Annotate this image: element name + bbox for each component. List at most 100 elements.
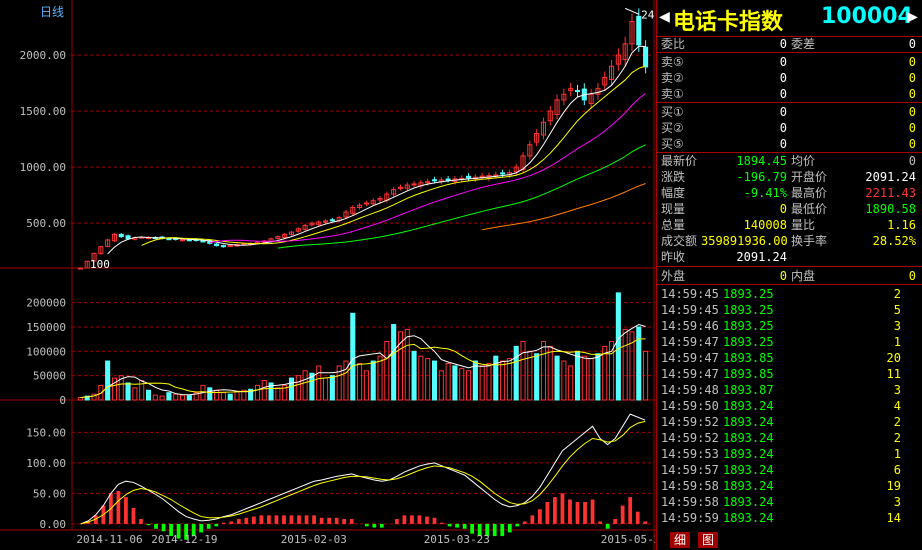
price-tick-label: 2000.00 [20, 49, 66, 62]
tab-detail[interactable]: 细 [670, 532, 691, 548]
volume-bar [77, 397, 83, 401]
volume-bar [166, 392, 172, 401]
buy-price: 0 [779, 121, 787, 135]
buy-volume: 0 [908, 121, 916, 135]
buy-level-row: 买⑤ 0 0 [661, 136, 916, 152]
tick-price: 1893.24 [723, 431, 774, 445]
macd-tick-label: 150.00 [26, 426, 66, 439]
candle-body [166, 238, 172, 241]
stat-row: 涨跌 -196.79 开盘价 2091.24 [661, 169, 916, 185]
volume-bar [452, 365, 458, 401]
sell-price: 0 [779, 71, 787, 85]
tick-row: 14:59:59 1893.24 14 [661, 510, 916, 526]
sell-price: 0 [779, 87, 787, 101]
outer-inner-row: 外盘 0 内盘 0 [661, 268, 916, 284]
buy-price: 0 [779, 137, 787, 151]
tick-row: 14:59:45 1893.25 2 [661, 286, 916, 302]
outer-value: 0 [779, 269, 787, 283]
tick-price: 1893.24 [723, 463, 774, 477]
stat-value: 1890.58 [865, 202, 916, 216]
stat-value: 1894.45 [736, 154, 787, 168]
stat-label: 幅度 [661, 186, 686, 200]
volume-bar [636, 326, 642, 401]
stat-value: 140008 [743, 218, 787, 232]
tick-price: 1893.24 [723, 447, 774, 461]
candle-body [125, 235, 131, 240]
candle-body [397, 186, 403, 189]
volume-bar [111, 377, 117, 401]
kline-chart[interactable]: 日线2000.001500.001000.00500.0020000015000… [0, 0, 655, 550]
sell-label: 卖⑤ [661, 55, 684, 69]
tick-row: 14:59:57 1893.24 6 [661, 462, 916, 478]
volume-bar [615, 292, 621, 401]
tick-volume: 2 [893, 431, 901, 445]
date-tick-label: 2014-12-19 [151, 533, 217, 546]
tick-row: 14:59:52 1893.24 2 [661, 430, 916, 446]
tick-time: 14:59:50 [661, 399, 719, 413]
next-arrow-icon[interactable]: ▶ [907, 6, 918, 27]
tick-price: 1893.85 [723, 367, 774, 381]
volume-bar [391, 324, 397, 401]
stat-row: 幅度 -9.41% 最高价 2211.43 [661, 185, 916, 201]
sell-level-row: 卖② 0 0 [661, 70, 916, 86]
volume-bar [329, 375, 335, 401]
chart-area[interactable]: 日线 2000.00 1500.00 1000.00 500.00 200000 15000… [0, 0, 655, 550]
tick-price: 1893.24 [723, 399, 774, 413]
date-tick-label: 2015-02-03 [281, 533, 347, 546]
volume-bar [173, 393, 179, 401]
volume-bar [520, 341, 526, 401]
stat-row: 最新价 1894.45 均价 0 [661, 153, 916, 169]
stat-label: 最新价 [661, 154, 698, 168]
volume-bar [554, 355, 560, 401]
volume-bar [431, 360, 438, 401]
tick-volume: 2 [893, 415, 901, 429]
macd-tick-label: 0.00 [40, 518, 67, 531]
sell-level-row: 卖⑤ 0 0 [661, 54, 916, 70]
tick-time: 14:59:47 [661, 367, 719, 381]
stat-label: 开盘价 [791, 170, 828, 184]
tick-volume: 4 [893, 399, 901, 413]
weibi-value: 0 [779, 37, 787, 51]
tick-row: 14:59:58 1893.24 19 [661, 478, 916, 494]
volume-bar [275, 387, 281, 401]
volume-bar [513, 345, 519, 401]
tick-row: 14:59:45 1893.25 5 [661, 302, 916, 318]
buy-price: 0 [779, 105, 787, 119]
tick-price: 1893.87 [723, 383, 774, 397]
sell-volume: 0 [908, 55, 916, 69]
tab-chart[interactable]: 图 [698, 532, 719, 548]
volume-bar [316, 365, 322, 401]
volume-bar [261, 380, 267, 401]
volume-ma-line [80, 323, 646, 399]
tick-volume: 1 [893, 335, 901, 349]
tick-price: 1893.24 [723, 511, 774, 525]
prev-close-row: 昨收 2091.24 [661, 249, 916, 265]
buy-level-row: 买① 0 0 [661, 104, 916, 120]
ma-line [141, 65, 646, 246]
max-pointer [624, 7, 640, 15]
volume-bar [418, 355, 424, 401]
stat-value: 2211.43 [865, 186, 916, 200]
candle-body [118, 233, 124, 238]
candle-body [445, 178, 451, 181]
tick-time: 14:59:52 [661, 431, 719, 445]
tick-volume: 6 [893, 463, 901, 477]
weibi-label: 委比 [661, 37, 686, 51]
volume-bar [180, 394, 186, 401]
volume-bar [370, 360, 376, 401]
candle-body [214, 243, 220, 247]
volume-bar [159, 395, 165, 401]
prev-arrow-icon[interactable]: ◀ [659, 6, 670, 27]
volume-bar [404, 328, 410, 401]
index-code: 100004 [821, 4, 913, 29]
tick-time: 14:59:46 [661, 319, 719, 333]
tick-row: 14:59:50 1893.24 4 [661, 398, 916, 414]
volume-bar [152, 394, 158, 401]
volume-bar [357, 362, 363, 401]
sell-volume: 0 [908, 71, 916, 85]
price-tick-label: 500.00 [26, 217, 66, 230]
date-tick-label: 2015-05-28 [601, 533, 655, 546]
volume-tick-label: 0 [59, 394, 66, 407]
volume-bar [534, 353, 540, 401]
tick-time: 14:59:57 [661, 463, 719, 477]
